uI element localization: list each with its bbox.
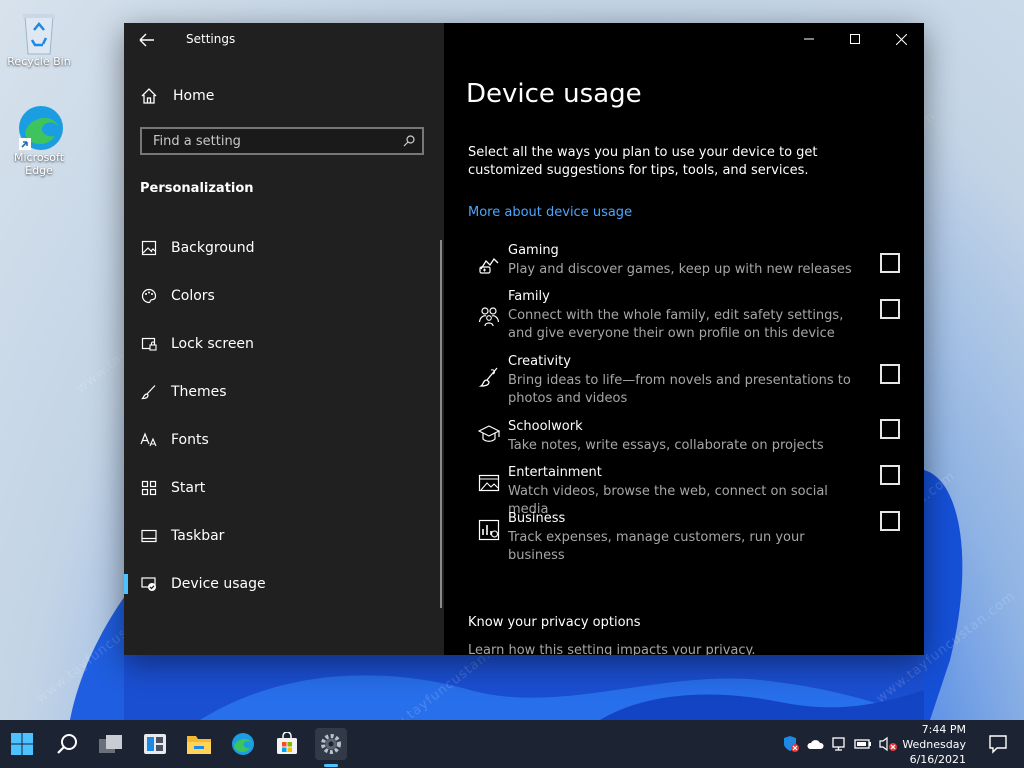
- home-label: Home: [173, 88, 215, 104]
- business-checkbox[interactable]: [880, 511, 900, 531]
- device-usage-icon: [140, 575, 158, 593]
- sidebar-item-start[interactable]: Start: [124, 464, 440, 512]
- maximize-icon[interactable]: [832, 23, 878, 55]
- page-description: Select all the ways you plan to use your…: [468, 145, 818, 178]
- usage-option-title: Entertainment: [508, 465, 602, 480]
- start-icon[interactable]: [6, 728, 38, 760]
- security-icon[interactable]: [782, 735, 800, 753]
- title-bar: Settings: [124, 23, 444, 57]
- sidebar-item-themes[interactable]: Themes: [124, 368, 440, 416]
- widgets-icon[interactable]: [139, 728, 171, 760]
- schoolwork-icon: [478, 425, 500, 442]
- notification-icon[interactable]: [988, 734, 1008, 754]
- gaming-checkbox[interactable]: [880, 253, 900, 273]
- usage-option-description: Play and discover games, keep up with ne…: [508, 262, 852, 277]
- recycle-bin-icon: [17, 8, 61, 55]
- usage-option-title: Schoolwork: [508, 419, 583, 434]
- entertainment-icon: [478, 474, 500, 492]
- battery-icon[interactable]: [854, 736, 872, 752]
- taskbar: 7:44 PM Wednesday 6/16/2021: [0, 720, 1024, 768]
- sidebar-item-label: Fonts: [171, 432, 209, 448]
- desktop-icon-label: Microsoft Edge: [13, 151, 65, 177]
- back-arrow-icon[interactable]: [138, 31, 158, 49]
- font-icon: [140, 431, 158, 449]
- close-icon[interactable]: [878, 23, 924, 55]
- family-checkbox[interactable]: [880, 299, 900, 319]
- edge-icon[interactable]: [227, 728, 259, 760]
- sidebar-item-background[interactable]: Background: [124, 224, 440, 272]
- business-icon: [478, 519, 500, 541]
- settings-window: Settings Home Personalization Background…: [124, 23, 924, 655]
- picture-icon: [140, 239, 158, 257]
- taskbar-icon: [140, 527, 158, 545]
- sidebar-item-colors[interactable]: Colors: [124, 272, 440, 320]
- page-title: Device usage: [466, 79, 642, 109]
- sidebar-item-lock-screen[interactable]: Lock screen: [124, 320, 440, 368]
- privacy-header: Know your privacy options: [468, 615, 641, 630]
- creativity-checkbox[interactable]: [880, 364, 900, 384]
- schoolwork-checkbox[interactable]: [880, 419, 900, 439]
- usage-option-description: Take notes, write essays, collaborate on…: [508, 438, 824, 453]
- sidebar-item-label: Taskbar: [171, 528, 225, 544]
- entertainment-checkbox[interactable]: [880, 465, 900, 485]
- sidebar-item-fonts[interactable]: Fonts: [124, 416, 440, 464]
- usage-option-title: Gaming: [508, 243, 559, 258]
- usage-option-title: Business: [508, 511, 566, 526]
- sidebar-item-label: Device usage: [171, 576, 266, 592]
- clock[interactable]: 7:44 PM Wednesday 6/16/2021: [902, 722, 966, 767]
- home-icon: [141, 88, 157, 104]
- main-pane: Device usage Select all the ways you pla…: [444, 23, 924, 655]
- lock-screen-icon: [140, 335, 158, 353]
- sidebar-item-label: Lock screen: [171, 336, 254, 352]
- settings-sidebar: Settings Home Personalization Background…: [124, 23, 444, 655]
- start-tiles-icon: [140, 479, 158, 497]
- clock-day: Wednesday: [902, 738, 966, 751]
- sidebar-item-label: Colors: [171, 288, 215, 304]
- home-button[interactable]: Home: [140, 85, 214, 107]
- gaming-icon: [479, 257, 499, 274]
- settings-icon[interactable]: [315, 728, 347, 760]
- file-explorer-icon[interactable]: [183, 728, 215, 760]
- section-header: Personalization: [140, 181, 254, 196]
- brush-icon: [140, 383, 158, 401]
- minimize-icon[interactable]: [786, 23, 832, 55]
- privacy-link[interactable]: Learn how this setting impacts your priv…: [468, 643, 755, 655]
- palette-icon: [140, 287, 158, 305]
- desktop-icon-label: Recycle Bin: [7, 55, 71, 68]
- sidebar-item-label: Themes: [171, 384, 227, 400]
- sidebar-item-label: Background: [171, 240, 255, 256]
- onedrive-icon[interactable]: [806, 737, 824, 751]
- sidebar-scrollbar[interactable]: [440, 240, 442, 608]
- usage-option-title: Family: [508, 289, 550, 304]
- usage-option-description: Connect with the whole family, edit safe…: [508, 308, 844, 341]
- store-icon[interactable]: [271, 728, 303, 760]
- system-tray: [782, 720, 898, 768]
- network-icon[interactable]: [830, 736, 848, 752]
- task-view-icon[interactable]: [95, 728, 127, 760]
- search-icon[interactable]: [403, 135, 415, 147]
- clock-time: 7:44 PM: [921, 723, 966, 736]
- desktop-icon-recycle-bin[interactable]: Recycle Bin: [3, 8, 75, 68]
- more-about-device-usage-link[interactable]: More about device usage: [468, 205, 632, 220]
- sidebar-item-label: Start: [171, 480, 206, 496]
- search-icon[interactable]: [51, 728, 83, 760]
- active-app-indicator: [324, 764, 338, 767]
- creativity-icon: [478, 367, 498, 387]
- desktop-icon-edge[interactable]: Microsoft Edge: [3, 104, 75, 177]
- caption-buttons: [786, 23, 924, 55]
- family-icon: [478, 307, 500, 327]
- volume-muted-icon[interactable]: [878, 736, 898, 752]
- clock-date: 6/16/2021: [909, 753, 966, 766]
- usage-option-title: Creativity: [508, 354, 571, 369]
- edge-icon: [17, 104, 63, 150]
- sidebar-item-taskbar[interactable]: Taskbar: [124, 512, 440, 560]
- usage-option-description: Bring ideas to life—from novels and pres…: [508, 373, 851, 406]
- app-title: Settings: [186, 32, 236, 46]
- sidebar-item-device-usage[interactable]: Device usage: [124, 560, 440, 608]
- search-input[interactable]: [151, 133, 395, 150]
- sidebar-nav: Background Colors Lock screen Themes Fon…: [124, 224, 440, 608]
- search-box[interactable]: [140, 127, 424, 155]
- usage-option-description: Track expenses, manage customers, run yo…: [508, 530, 805, 563]
